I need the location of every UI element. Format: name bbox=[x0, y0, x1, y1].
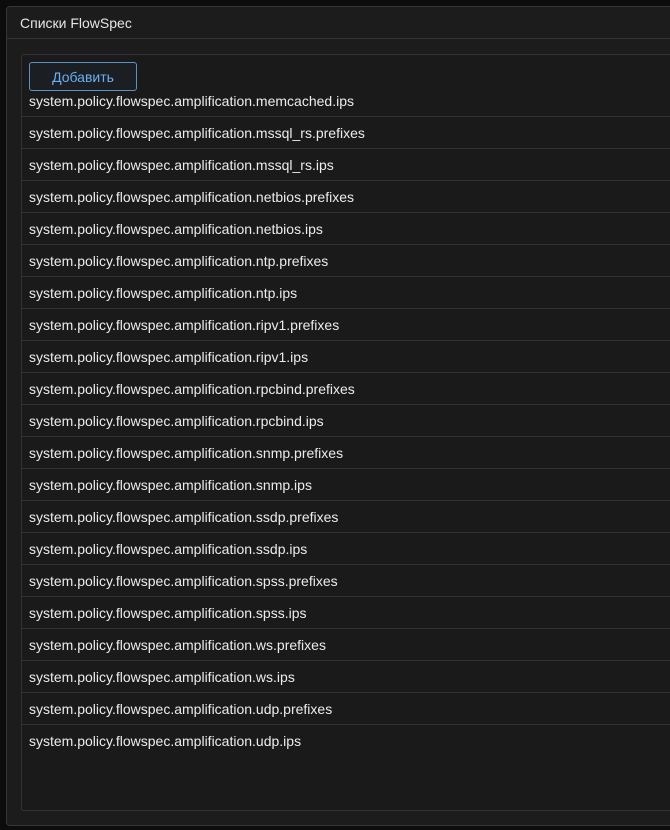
list-item[interactable]: system.policy.flowspec.amplification.sps… bbox=[22, 597, 670, 629]
list-item[interactable]: system.policy.flowspec.amplification.ws.… bbox=[22, 629, 670, 661]
list-item[interactable]: system.policy.flowspec.amplification.ws.… bbox=[22, 661, 670, 693]
list-item[interactable]: system.policy.flowspec.amplification.mss… bbox=[22, 117, 670, 149]
list-item[interactable]: system.policy.flowspec.amplification.ssd… bbox=[22, 533, 670, 565]
flowspec-lists-panel: Списки FlowSpec Добавить system.policy.f… bbox=[6, 6, 670, 826]
list-item[interactable]: system.policy.flowspec.amplification.udp… bbox=[22, 693, 670, 725]
list-item[interactable]: system.policy.flowspec.amplification.sps… bbox=[22, 565, 670, 597]
panel-title: Списки FlowSpec bbox=[20, 14, 132, 31]
list-item[interactable]: system.policy.flowspec.amplification.rpc… bbox=[22, 405, 670, 437]
list-item[interactable]: system.policy.flowspec.amplification.udp… bbox=[22, 725, 670, 757]
list-item[interactable]: system.policy.flowspec.amplification.ntp… bbox=[22, 277, 670, 309]
list-item[interactable]: system.policy.flowspec.amplification.mem… bbox=[22, 86, 670, 117]
list-item[interactable]: system.policy.flowspec.amplification.rpc… bbox=[22, 373, 670, 405]
panel-body: Добавить system.policy.flowspec.amplific… bbox=[21, 54, 670, 811]
list-item[interactable]: system.policy.flowspec.amplification.mss… bbox=[22, 149, 670, 181]
list-item[interactable]: system.policy.flowspec.amplification.snm… bbox=[22, 469, 670, 501]
list-item[interactable]: system.policy.flowspec.amplification.snm… bbox=[22, 437, 670, 469]
list-item[interactable]: system.policy.flowspec.amplification.net… bbox=[22, 181, 670, 213]
list-item[interactable]: system.policy.flowspec.amplification.rip… bbox=[22, 341, 670, 373]
flowspec-list: system.policy.flowspec.amplification.mem… bbox=[22, 93, 670, 757]
panel-header: Списки FlowSpec bbox=[7, 7, 670, 39]
list-item[interactable]: system.policy.flowspec.amplification.rip… bbox=[22, 309, 670, 341]
list-item[interactable]: system.policy.flowspec.amplification.net… bbox=[22, 213, 670, 245]
list-item[interactable]: system.policy.flowspec.amplification.ssd… bbox=[22, 501, 670, 533]
list-item[interactable]: system.policy.flowspec.amplification.ntp… bbox=[22, 245, 670, 277]
